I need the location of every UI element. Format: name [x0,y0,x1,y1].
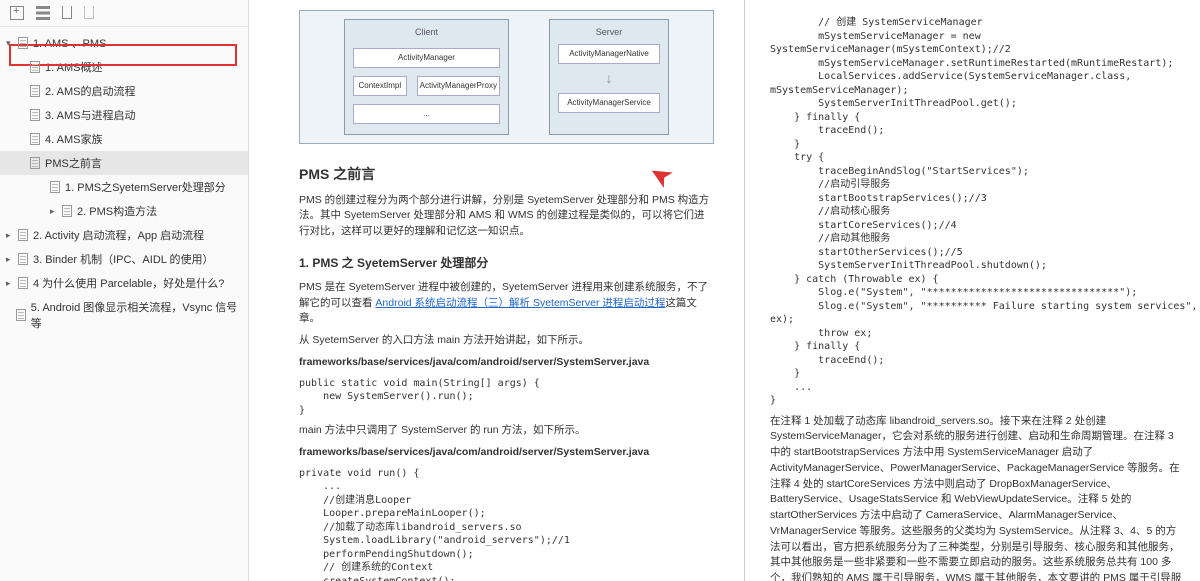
diagram-item: ActivityManagerNative [558,44,660,64]
paragraph: 在注释 1 处加载了动态库 libandroid_servers.so。接下来在… [770,414,1185,581]
tree-label: 1. PMS之SyetemServer处理部分 [65,179,226,195]
paragraph: PMS 的创建过程分为两个部分进行讲解，分别是 SyetemServer 处理部… [299,193,714,240]
tree-item-parcelable[interactable]: ▸ 4 为什么使用 Parcelable，好处是什么? [0,271,248,295]
diagram-title: Server [556,26,662,40]
tree-item-pms-systemserver[interactable]: 1. PMS之SyetemServer处理部分 [0,175,248,199]
diagram-item: ActivityManagerService [558,93,660,113]
chevron-right-icon: ▸ [6,254,16,265]
code-block: private void run() { ... //创建消息Looper Lo… [299,467,714,581]
tree-label: 1. AMS概述 [45,59,102,75]
page-icon [30,85,40,97]
tree-label: 3. AMS与进程启动 [45,107,135,123]
chevron-right-icon: ▸ [50,206,60,217]
bookmark-icon[interactable] [62,6,72,19]
paragraph: 从 SyetemServer 的入口方法 main 方法开始讲起，如下所示。 [299,333,714,349]
link-android-launch[interactable]: Android 系统启动流程（三）解析 SyetemServer 进程启动过程 [375,297,665,309]
paragraph: main 方法中只调用了 SystemServer 的 run 方法，如下所示。 [299,423,714,439]
file-path: frameworks/base/services/java/com/androi… [299,445,714,461]
code-block: // 创建 SystemServiceManager mSystemServic… [770,16,1185,408]
tree-label: 3. Binder 机制（IPC、AIDL 的使用） [33,251,214,267]
page-icon [30,61,40,73]
tree-item-ams-process[interactable]: 3. AMS与进程启动 [0,103,248,127]
tree-label: 2. Activity 启动流程，App 启动流程 [33,227,204,243]
page-icon [30,157,40,169]
tree-item-ams-family[interactable]: 4. AMS家族 [0,127,248,151]
collapse-icon[interactable] [36,6,50,20]
sidebar: ▾ 1. AMS 、PMS 1. AMS概述 2. AMS的启动流程 3. AMS… [0,0,249,581]
diagram-item: ActivityManager [353,48,500,68]
content-area: Client ActivityManager ContextImpl Activi… [249,0,1200,581]
tree-item-ams-overview[interactable]: 1. AMS概述 [0,55,248,79]
page-icon [18,37,28,49]
paragraph: PMS 是在 SyetemServer 进程中被创建的，SyetemServer… [299,280,714,327]
page-icon [18,253,28,265]
code-block: public static void main(String[] args) {… [299,377,714,418]
tree-item-pms-construct[interactable]: ▸ 2. PMS构造方法 [0,199,248,223]
page-icon [62,205,72,217]
diagram-item: ... [353,104,500,124]
bookmark-outline-icon[interactable] [84,6,94,19]
tree-label: 4 为什么使用 Parcelable，好处是什么? [33,275,224,291]
tree-label: 2. PMS构造方法 [77,203,157,219]
file-path: frameworks/base/services/java/com/androi… [299,355,714,371]
architecture-diagram: Client ActivityManager ContextImpl Activi… [299,10,714,144]
tree-item-ams-pms[interactable]: ▾ 1. AMS 、PMS [0,31,248,55]
tree-label: 2. AMS的启动流程 [45,83,135,99]
page-icon [30,133,40,145]
page-icon [18,277,28,289]
tree-label: 1. AMS 、PMS [33,35,106,51]
chevron-right-icon: ▸ [6,278,16,289]
new-note-icon[interactable] [10,6,24,20]
heading-section1: 1. PMS 之 SyetemServer 处理部分 [299,254,714,272]
chevron-right-icon: ▸ [6,230,16,241]
tree-item-activity[interactable]: ▸ 2. Activity 启动流程，App 启动流程 [0,223,248,247]
diagram-item: ContextImpl [353,76,407,96]
page-icon [50,181,60,193]
page-left: Client ActivityManager ContextImpl Activi… [249,0,744,581]
chevron-down-icon: ▾ [6,38,16,49]
toolbar [0,0,248,27]
tree-label: PMS之前言 [45,155,102,171]
tree-item-android-image[interactable]: 5. Android 图像显示相关流程，Vsync 信号等 [0,295,248,335]
tree-item-pms-preface[interactable]: PMS之前言 [0,151,248,175]
tree-item-ams-launch[interactable]: 2. AMS的启动流程 [0,79,248,103]
page-icon [16,309,26,321]
page-icon [30,109,40,121]
page-icon [18,229,28,241]
tree-label: 4. AMS家族 [45,131,102,147]
outline-tree: ▾ 1. AMS 、PMS 1. AMS概述 2. AMS的启动流程 3. AMS… [0,27,248,339]
server-box: Server ActivityManagerNative ↓ ActivityM… [549,19,669,135]
tree-item-binder[interactable]: ▸ 3. Binder 机制（IPC、AIDL 的使用） [0,247,248,271]
tree-label: 5. Android 图像显示相关流程，Vsync 信号等 [31,299,242,331]
client-box: Client ActivityManager ContextImpl Activi… [344,19,509,135]
diagram-item: ActivityManagerProxy [417,76,500,96]
diagram-title: Client [351,26,502,40]
page-right: // 创建 SystemServiceManager mSystemServic… [744,0,1200,581]
